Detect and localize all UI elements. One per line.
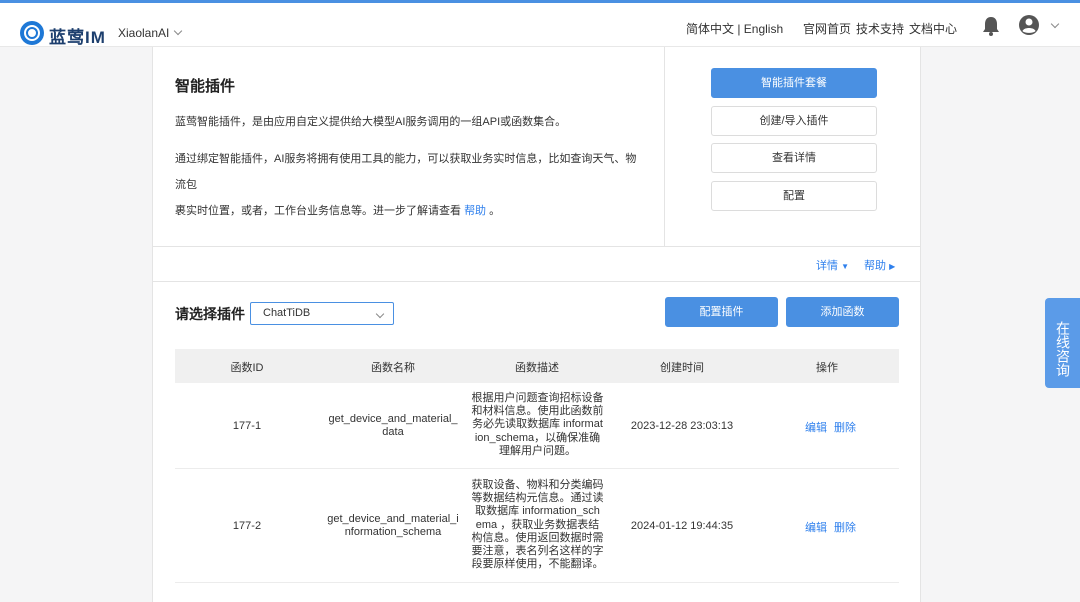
col-function-desc: 函数描述 — [515, 362, 559, 374]
brand-name: 蓝莺IM — [49, 28, 106, 47]
bell-icon[interactable] — [982, 16, 1000, 36]
table-row: 177-2 get_device_and_material_i nformatio… — [175, 469, 899, 583]
chevron-down-icon[interactable] — [1050, 19, 1060, 29]
vertical-divider — [664, 47, 665, 246]
plugin-package-button[interactable]: 智能插件套餐 — [711, 68, 877, 98]
add-function-button[interactable]: 添加函数 — [786, 297, 899, 327]
page-title: 智能插件 — [175, 78, 236, 95]
col-created-time: 创建时间 — [660, 362, 704, 374]
intro-section: 智能插件 蓝莺智能插件，是由应用自定义提供给大模型AI服务调用的一组API或函数… — [153, 47, 920, 247]
plugin-select-value: ChatTiDB — [263, 307, 311, 319]
function-name: get_device_and_material_i nformation_sche… — [327, 513, 459, 538]
edit-link[interactable]: 编辑 — [805, 419, 827, 435]
language-switch[interactable]: 简体中文 | English — [686, 20, 783, 37]
col-actions: 操作 — [816, 362, 838, 374]
delete-link[interactable]: 删除 — [834, 519, 856, 535]
function-name: get_device_and_material_ data — [328, 413, 458, 438]
app-selector[interactable]: XiaolanAI — [118, 26, 183, 40]
online-consult-button[interactable]: 在线咨询 — [1045, 298, 1080, 388]
help-link[interactable]: 帮助 — [464, 205, 486, 217]
help-toggle[interactable]: 帮助 ▶ — [864, 257, 895, 273]
table-row: 177-1 get_device_and_material_ data 根据用户问… — [175, 383, 899, 469]
intro-paragraph-1: 蓝莺智能插件，是由应用自定义提供给大模型AI服务调用的一组API或函数集合。 — [175, 116, 567, 128]
avatar-icon[interactable] — [1018, 14, 1040, 36]
table-header: 函数ID 函数名称 函数描述 创建时间 操作 — [175, 349, 899, 383]
col-function-name: 函数名称 — [371, 362, 415, 374]
logo-icon — [20, 21, 44, 45]
nav-support[interactable]: 技术支持 — [856, 20, 904, 37]
detail-toggle[interactable]: 详情 ▼ — [816, 257, 849, 273]
app-name: XiaolanAI — [118, 26, 170, 40]
top-header: 蓝莺IM XiaolanAI 简体中文 | English 官网首页 技术支持 … — [0, 3, 1080, 47]
function-id: 177-1 — [232, 420, 262, 432]
col-function-id: 函数ID — [230, 362, 264, 374]
nav-docs[interactable]: 文档中心 — [909, 20, 957, 37]
created-time: 2023-12-28 23:03:13 — [630, 420, 734, 432]
function-id: 177-2 — [232, 520, 262, 532]
create-import-plugin-button[interactable]: 创建/导入插件 — [711, 106, 877, 136]
chevron-down-icon — [174, 26, 183, 36]
plugin-select[interactable]: ChatTiDB — [250, 302, 394, 325]
delete-link[interactable]: 删除 — [834, 419, 856, 435]
view-details-button[interactable]: 查看详情 — [711, 143, 877, 173]
config-button[interactable]: 配置 — [711, 181, 877, 211]
intro-paragraph-2: 通过绑定智能插件，AI服务将拥有使用工具的能力，可以获取业务实时信息，比如查询天… — [175, 153, 637, 217]
nav-home[interactable]: 官网首页 — [803, 20, 851, 37]
sub-toolbar: 详情 ▼ 帮助 ▶ — [153, 247, 920, 282]
chevron-down-icon — [375, 309, 385, 319]
function-desc: 获取设备、物料和分类编码 等数据结构元信息。通过读 取数据库 information… — [471, 479, 604, 571]
plugin-select-label: 请选择插件 — [175, 306, 245, 322]
edit-link[interactable]: 编辑 — [805, 519, 827, 535]
config-plugin-button[interactable]: 配置插件 — [665, 297, 778, 327]
function-desc: 根据用户问题查询招标设备 和材料信息。使用此函数前 务必先读取数据库 informa… — [471, 392, 604, 457]
created-time: 2024-01-12 19:44:35 — [630, 520, 734, 532]
